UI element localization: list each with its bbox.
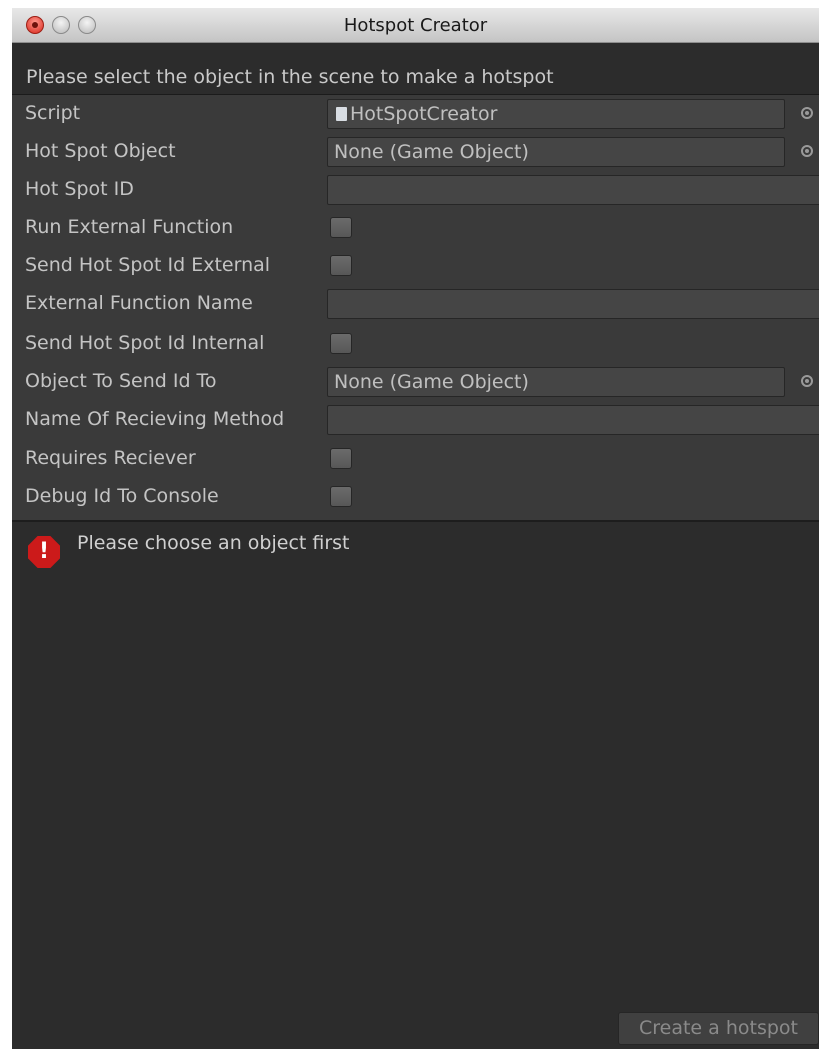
send-hot-spot-id-external-label: Send Hot Spot Id External (25, 254, 271, 276)
object-picker-icon[interactable] (801, 107, 813, 119)
error-icon: ! (28, 536, 60, 568)
send-hot-spot-id-internal-row: Send Hot Spot Id Internal (12, 325, 819, 362)
send-hot-spot-id-internal-checkbox[interactable] (330, 333, 352, 354)
send-hot-spot-id-external-checkbox[interactable] (330, 255, 352, 276)
object-picker-icon[interactable] (801, 145, 813, 157)
hot-spot-id-input[interactable] (327, 175, 819, 205)
inspector-panel: Script HotSpotCreator Hot Spot Object No… (12, 95, 819, 520)
run-external-function-checkbox[interactable] (330, 217, 352, 238)
debug-id-to-console-row: Debug Id To Console (12, 478, 819, 515)
hot-spot-object-field[interactable]: None (Game Object) (327, 137, 785, 167)
window-title: Hotspot Creator (343, 15, 488, 36)
send-hot-spot-id-external-row: Send Hot Spot Id External (12, 247, 819, 284)
script-file-icon (336, 107, 347, 121)
hot-spot-id-label: Hot Spot ID (25, 178, 134, 200)
hot-spot-object-label: Hot Spot Object (25, 140, 176, 162)
external-function-name-input[interactable] (327, 289, 819, 319)
name-of-recieving-method-label: Name Of Recieving Method (25, 408, 285, 430)
script-value: HotSpotCreator (350, 103, 498, 125)
object-to-send-id-to-row: Object To Send Id To None (Game Object) (12, 363, 819, 400)
hot-spot-id-row: Hot Spot ID (12, 171, 819, 208)
error-message: Please choose an object first (77, 532, 350, 554)
hotspot-creator-window: Hotspot Creator Please select the object… (12, 8, 819, 1049)
external-function-name-label: External Function Name (25, 292, 253, 314)
hot-spot-object-row: Hot Spot Object None (Game Object) (12, 133, 819, 170)
instruction-text: Please select the object in the scene to… (26, 66, 554, 88)
title-bar[interactable]: Hotspot Creator (12, 8, 819, 43)
requires-reciever-label: Requires Reciever (25, 447, 196, 469)
script-row: Script HotSpotCreator (12, 95, 819, 132)
object-to-send-id-to-field[interactable]: None (Game Object) (327, 367, 785, 397)
requires-reciever-checkbox[interactable] (330, 448, 352, 469)
script-label: Script (25, 102, 81, 124)
create-hotspot-button[interactable]: Create a hotspot (618, 1012, 819, 1045)
name-of-recieving-method-row: Name Of Recieving Method (12, 401, 819, 438)
object-to-send-id-to-label: Object To Send Id To (25, 370, 217, 392)
object-picker-icon[interactable] (801, 375, 813, 387)
debug-id-to-console-checkbox[interactable] (330, 486, 352, 507)
requires-reciever-row: Requires Reciever (12, 440, 819, 477)
run-external-function-label: Run External Function (25, 216, 234, 238)
external-function-name-row: External Function Name (12, 285, 819, 322)
script-field[interactable]: HotSpotCreator (327, 99, 785, 129)
run-external-function-row: Run External Function (12, 209, 819, 246)
divider (12, 520, 819, 522)
send-hot-spot-id-internal-label: Send Hot Spot Id Internal (25, 332, 265, 354)
name-of-recieving-method-input[interactable] (327, 405, 819, 435)
debug-id-to-console-label: Debug Id To Console (25, 485, 219, 507)
